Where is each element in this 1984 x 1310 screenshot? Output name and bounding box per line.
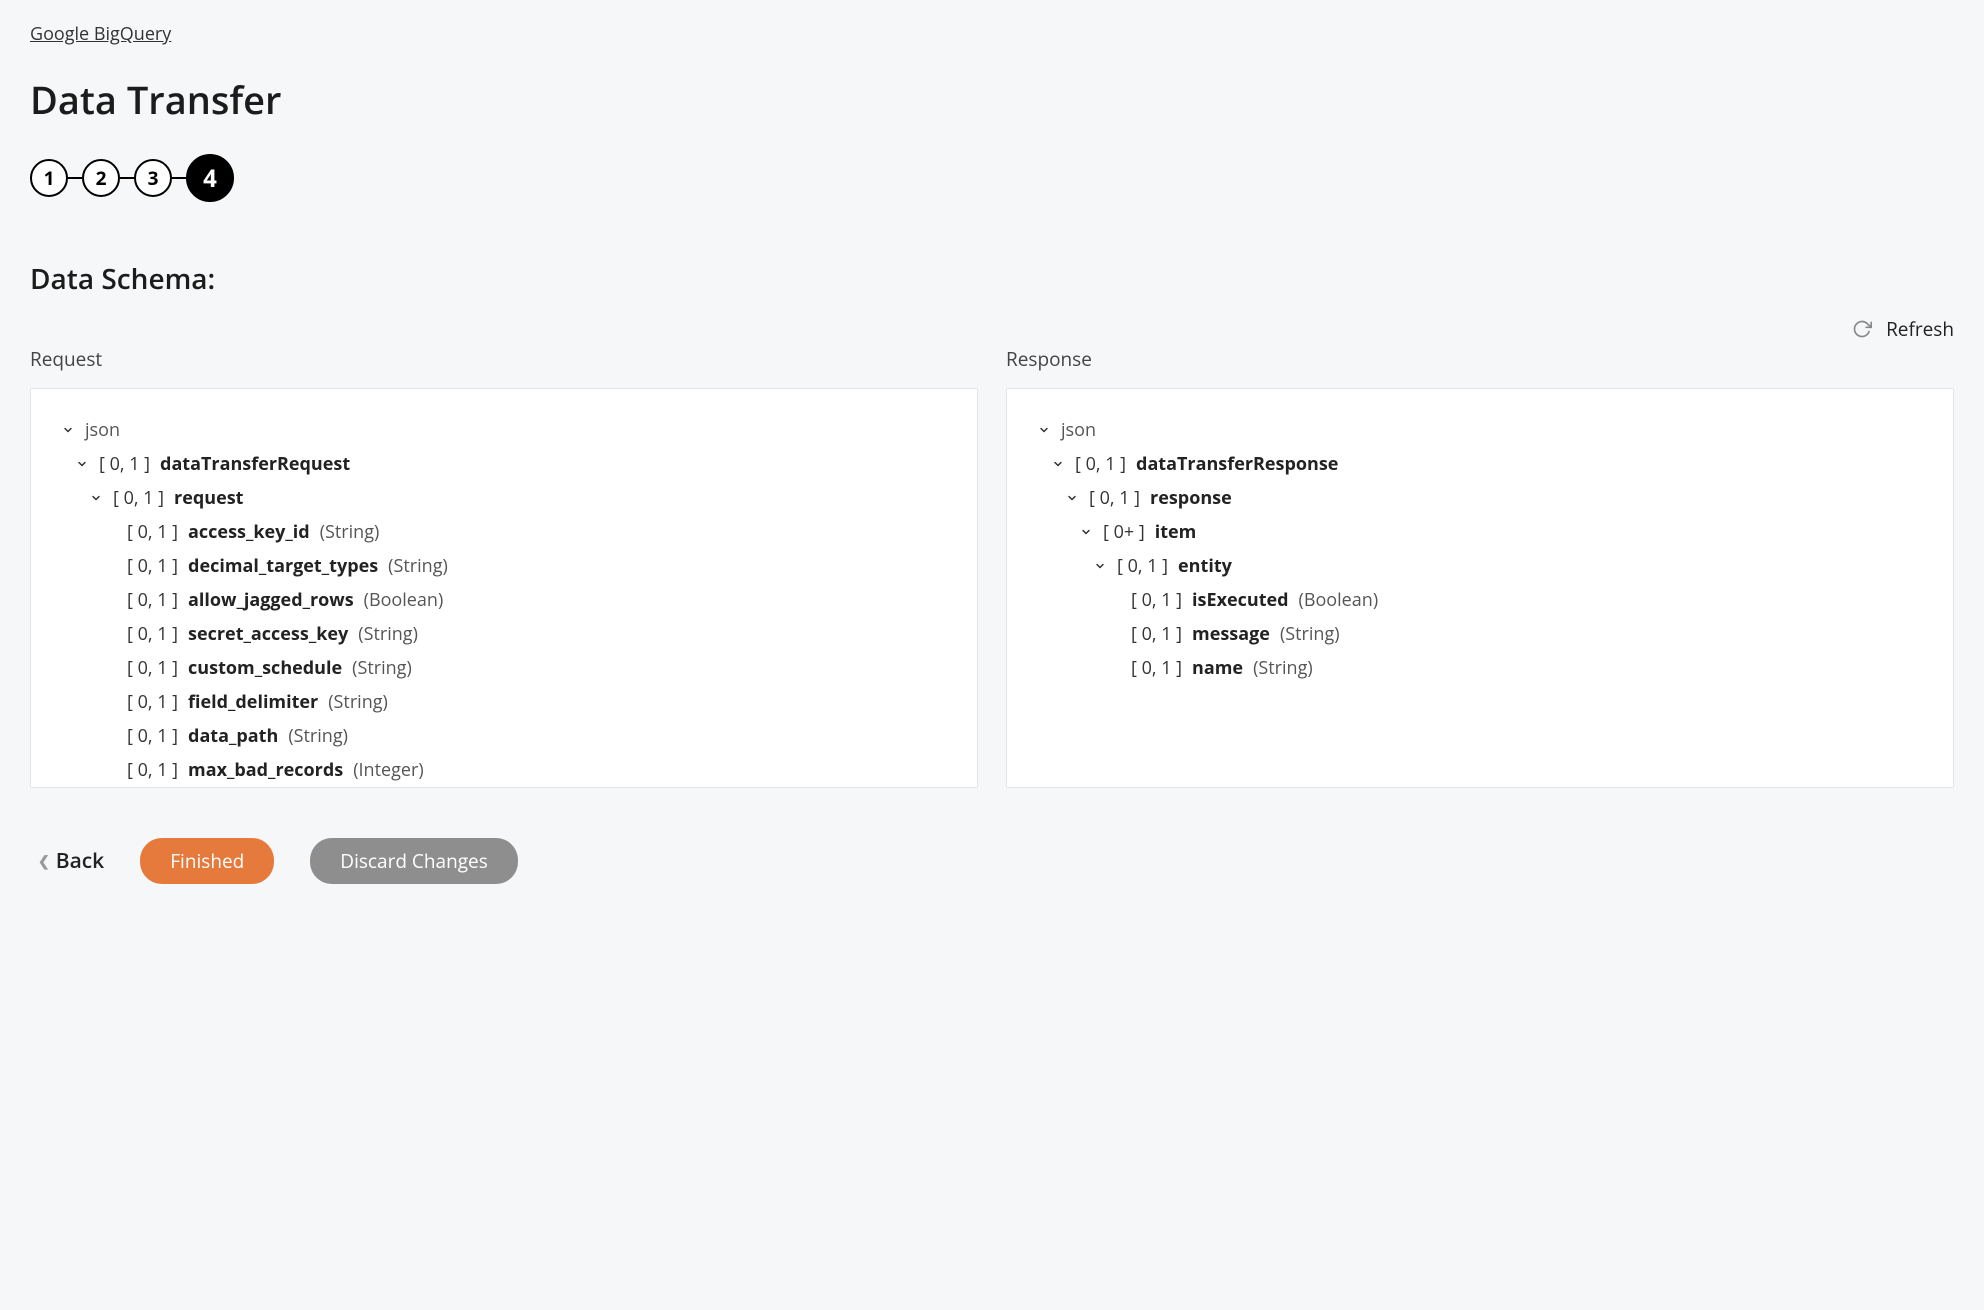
cardinality-label: [ 0, 1 ] <box>113 486 164 510</box>
field-type: (String) <box>358 622 418 646</box>
response-column-title: Response <box>1006 346 1954 372</box>
field-name: json <box>85 418 120 442</box>
step-3[interactable]: 3 <box>134 159 172 197</box>
field-name: max_bad_records <box>188 758 343 782</box>
field-type: (Integer) <box>353 758 423 782</box>
request-tree-row: [ 0, 1 ] secret_access_key (String) <box>103 617 947 651</box>
cardinality-label: [ 0, 1 ] <box>1117 554 1168 578</box>
request-tree-row: [ 0, 1 ] access_key_id (String) <box>103 515 947 549</box>
refresh-label: Refresh <box>1886 316 1954 342</box>
field-name: allow_jagged_rows <box>188 588 354 612</box>
field-name: data_path <box>188 724 278 748</box>
field-type: (String) <box>1253 656 1313 680</box>
response-tree-row: [ 0, 1 ] name (String) <box>1107 651 1923 685</box>
field-type: (String) <box>352 656 412 680</box>
cardinality-label: [ 0, 1 ] <box>1131 622 1182 646</box>
section-title: Data Schema: <box>30 260 1954 298</box>
page-title: Data Transfer <box>30 74 1954 126</box>
field-type: (String) <box>328 690 388 714</box>
field-name: isExecuted <box>1192 588 1289 612</box>
step-connector <box>172 177 186 179</box>
chevron-down-icon[interactable] <box>89 492 103 504</box>
field-type: (Boolean) <box>364 588 444 612</box>
back-link[interactable]: ❮ Back <box>38 847 104 875</box>
discard-changes-button[interactable]: Discard Changes <box>310 838 518 884</box>
field-name: decimal_target_types <box>188 554 378 578</box>
chevron-down-icon[interactable] <box>1093 560 1107 572</box>
step-4-active[interactable]: 4 <box>186 154 234 202</box>
request-tree-row[interactable]: json <box>61 413 947 447</box>
cardinality-label: [ 0, 1 ] <box>127 690 178 714</box>
field-name: dataTransferRequest <box>160 452 350 476</box>
chevron-left-icon: ❮ <box>38 852 50 871</box>
stepper: 1 2 3 4 <box>30 154 1954 202</box>
field-type: (String) <box>320 520 380 544</box>
response-tree-row[interactable]: [ 0, 1 ] entity <box>1093 549 1923 583</box>
field-type: (Boolean) <box>1299 588 1379 612</box>
field-type: (String) <box>288 724 348 748</box>
field-name: item <box>1155 520 1197 544</box>
field-type: (String) <box>388 554 448 578</box>
breadcrumb-link[interactable]: Google BigQuery <box>30 22 171 46</box>
field-name: message <box>1192 622 1270 646</box>
request-panel: json[ 0, 1 ] dataTransferRequest[ 0, 1 ]… <box>30 388 978 788</box>
field-name: custom_schedule <box>188 656 342 680</box>
cardinality-label: [ 0, 1 ] <box>127 758 178 782</box>
request-tree-row[interactable]: [ 0, 1 ] request <box>89 481 947 515</box>
cardinality-label: [ 0, 1 ] <box>1089 486 1140 510</box>
response-tree-row: [ 0, 1 ] message (String) <box>1107 617 1923 651</box>
response-panel: json[ 0, 1 ] dataTransferResponse[ 0, 1 … <box>1006 388 1954 788</box>
cardinality-label: [ 0, 1 ] <box>127 520 178 544</box>
request-tree-row: [ 0, 1 ] decimal_target_types (String) <box>103 549 947 583</box>
chevron-down-icon[interactable] <box>61 424 75 436</box>
refresh-action[interactable]: Refresh <box>30 316 1954 342</box>
chevron-down-icon[interactable] <box>1079 526 1093 538</box>
response-tree-row[interactable]: json <box>1037 413 1923 447</box>
cardinality-label: [ 0, 1 ] <box>1075 452 1126 476</box>
field-name: request <box>174 486 243 510</box>
field-name: json <box>1061 418 1096 442</box>
cardinality-label: [ 0, 1 ] <box>127 724 178 748</box>
field-name: field_delimiter <box>188 690 318 714</box>
request-tree-row[interactable]: [ 0, 1 ] dataTransferRequest <box>75 447 947 481</box>
field-name: name <box>1192 656 1243 680</box>
finished-button[interactable]: Finished <box>140 838 274 884</box>
step-1[interactable]: 1 <box>30 159 68 197</box>
response-tree-row: [ 0, 1 ] isExecuted (Boolean) <box>1107 583 1923 617</box>
response-tree-row[interactable]: [ 0, 1 ] dataTransferResponse <box>1051 447 1923 481</box>
cardinality-label: [ 0+ ] <box>1103 520 1145 544</box>
cardinality-label: [ 0, 1 ] <box>127 588 178 612</box>
response-tree-row[interactable]: [ 0+ ] item <box>1079 515 1923 549</box>
chevron-down-icon[interactable] <box>1065 492 1079 504</box>
field-name: dataTransferResponse <box>1136 452 1338 476</box>
chevron-down-icon[interactable] <box>1037 424 1051 436</box>
field-name: secret_access_key <box>188 622 348 646</box>
request-tree-row: [ 0, 1 ] field_delimiter (String) <box>103 685 947 719</box>
step-connector <box>120 177 134 179</box>
chevron-down-icon[interactable] <box>75 458 89 470</box>
cardinality-label: [ 0, 1 ] <box>99 452 150 476</box>
field-name: entity <box>1178 554 1232 578</box>
request-tree-row: [ 0, 1 ] allow_quoted_newlines (Boolean) <box>103 787 947 788</box>
cardinality-label: [ 0, 1 ] <box>127 622 178 646</box>
cardinality-label: [ 0, 1 ] <box>127 656 178 680</box>
response-tree-row[interactable]: [ 0, 1 ] response <box>1065 481 1923 515</box>
field-type: (String) <box>1280 622 1340 646</box>
request-tree-row: [ 0, 1 ] allow_jagged_rows (Boolean) <box>103 583 947 617</box>
request-tree-row: [ 0, 1 ] max_bad_records (Integer) <box>103 753 947 787</box>
back-label: Back <box>56 847 104 875</box>
request-column-title: Request <box>30 346 978 372</box>
cardinality-label: [ 0, 1 ] <box>1131 588 1182 612</box>
refresh-icon <box>1852 319 1872 339</box>
chevron-down-icon[interactable] <box>1051 458 1065 470</box>
cardinality-label: [ 0, 1 ] <box>127 554 178 578</box>
field-name: access_key_id <box>188 520 310 544</box>
request-tree-row: [ 0, 1 ] custom_schedule (String) <box>103 651 947 685</box>
step-connector <box>68 177 82 179</box>
field-name: response <box>1150 486 1232 510</box>
request-tree-row: [ 0, 1 ] data_path (String) <box>103 719 947 753</box>
step-2[interactable]: 2 <box>82 159 120 197</box>
cardinality-label: [ 0, 1 ] <box>1131 656 1182 680</box>
